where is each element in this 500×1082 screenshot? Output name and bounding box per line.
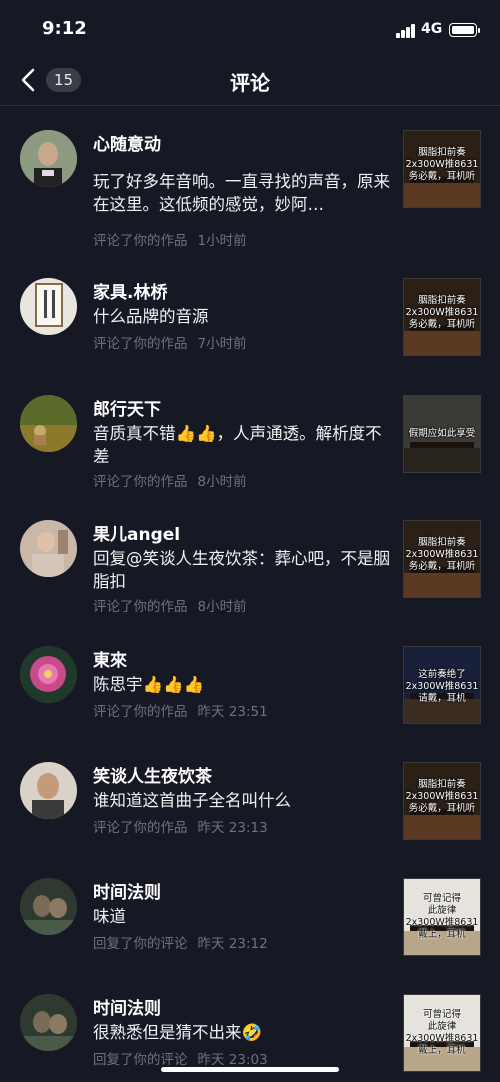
comment-meta: 评论了你的作品 8小时前: [93, 470, 247, 490]
video-thumbnail[interactable]: 胭脂扣前奏 2x300W推8631 务必戴，耳机听: [403, 520, 481, 598]
avatar[interactable]: [20, 646, 77, 703]
user-name[interactable]: 東來: [93, 646, 127, 671]
video-thumbnail[interactable]: 假期应如此享受: [403, 395, 481, 473]
comment-text: 味道: [93, 907, 126, 926]
avatar[interactable]: [20, 878, 77, 935]
page-title: 评论: [230, 71, 270, 95]
comment-item[interactable]: 家具.林桥 什么品牌的音源 评论了你的作品 7小时前 胭脂扣前奏 2x300W推8…: [0, 278, 500, 358]
video-thumbnail[interactable]: 胭脂扣前奏 2x300W推8631 务必戴，耳机听: [403, 130, 481, 208]
comment-text: 回复@笑谈人生夜饮茶：葬心吧，不是胭脂扣: [93, 549, 390, 591]
video-thumbnail[interactable]: 胭脂扣前奏 2x300W推8631 务必戴，耳机听: [403, 762, 481, 840]
signal-icon: [396, 24, 416, 38]
comment-text: 谁知道这首曲子全名叫什么: [93, 791, 291, 810]
action-text: 回复了你的评论: [93, 1052, 188, 1068]
nav-bar: 15 评论: [0, 56, 500, 106]
video-thumbnail[interactable]: 这前奏绝了 2x300W推8631 请戴，耳机: [403, 646, 481, 724]
user-name[interactable]: 时间法则: [93, 878, 161, 903]
status-bar: 9:12 4G: [0, 0, 500, 56]
comment-meta: 评论了你的作品 8小时前: [93, 595, 247, 615]
home-indicator[interactable]: [161, 1067, 339, 1072]
thumbnail-caption: 胭脂扣前奏 2x300W推8631 务必戴，耳机听: [405, 147, 479, 182]
thumbnail-caption: 可曾记得 此旋律 2x300W推8631 戴上，耳机: [405, 893, 479, 940]
comment-meta: 回复了你的评论 昨天 23:12: [93, 932, 268, 952]
comment-item[interactable]: 时间法则 很熟悉但是猜不出来🤣 回复了你的评论 昨天 23:03 可曾记得 此旋律…: [0, 994, 500, 1072]
action-text: 评论了你的作品: [93, 336, 188, 352]
user-name[interactable]: 笑谈人生夜饮茶: [93, 762, 212, 787]
action-text: 评论了你的作品: [93, 820, 188, 836]
user-name[interactable]: 果儿angel: [93, 520, 180, 545]
timestamp: 8小时前: [197, 599, 247, 615]
comment-meta: 评论了你的作品 昨天 23:51: [93, 700, 268, 720]
video-thumbnail[interactable]: 可曾记得 此旋律 2x300W推8631 戴上，耳机: [403, 878, 481, 956]
status-time: 9:12: [42, 18, 87, 39]
action-text: 评论了你的作品: [93, 474, 188, 490]
comment-item[interactable]: 笑谈人生夜饮茶 谁知道这首曲子全名叫什么 评论了你的作品 昨天 23:13 胭脂扣…: [0, 762, 500, 840]
video-thumbnail[interactable]: 可曾记得 此旋律 2x300W推8631 戴上，耳机: [403, 994, 481, 1072]
avatar[interactable]: [20, 278, 77, 335]
avatar[interactable]: [20, 395, 77, 452]
thumbnail-caption: 胭脂扣前奏 2x300W推8631 务必戴，耳机听: [405, 537, 479, 572]
action-text: 评论了你的作品: [93, 599, 188, 615]
thumbnail-caption: 胭脂扣前奏 2x300W推8631 务必戴，耳机听: [405, 779, 479, 814]
comment-text: 玩了好多年音响。一直寻找的声音，原来在这里。这低频的感觉，妙阿…: [93, 172, 390, 214]
action-text: 回复了你的评论: [93, 936, 188, 952]
comment-text: 什么品牌的音源: [93, 307, 209, 326]
comment-meta: 回复了你的评论 昨天 23:03: [93, 1048, 268, 1068]
avatar[interactable]: [20, 762, 77, 819]
avatar[interactable]: [20, 994, 77, 1051]
user-name[interactable]: 时间法则: [93, 994, 161, 1019]
timestamp: 昨天 23:51: [197, 704, 268, 720]
battery-icon: [449, 23, 480, 37]
thumbnail-caption: 胭脂扣前奏 2x300W推8631 务必戴，耳机听: [405, 295, 479, 330]
timestamp: 8小时前: [197, 474, 247, 490]
video-thumbnail[interactable]: 胭脂扣前奏 2x300W推8631 务必戴，耳机听: [403, 278, 481, 356]
user-name[interactable]: 心随意动: [93, 130, 161, 155]
avatar[interactable]: [20, 520, 77, 577]
comment-meta: 评论了你的作品 1小时前: [93, 229, 247, 249]
thumbnail-caption: 可曾记得 此旋律 2x300W推8631 戴上，耳机: [405, 1009, 479, 1056]
thumbnail-caption: 假期应如此享受: [408, 428, 476, 439]
user-name[interactable]: 家具.林桥: [93, 278, 167, 303]
timestamp: 7小时前: [197, 336, 247, 352]
comment-item[interactable]: 心随意动 玩了好多年音响。一直寻找的声音，原来在这里。这低频的感觉，妙阿… 评论…: [0, 130, 500, 249]
comment-item[interactable]: 東來 陈思宇👍👍👍 评论了你的作品 昨天 23:51 这前奏绝了 2x300W推8…: [0, 646, 500, 724]
action-text: 评论了你的作品: [93, 233, 188, 249]
timestamp: 1小时前: [197, 233, 247, 249]
comment-item[interactable]: 郎行天下 音质真不错👍👍，人声通透。解析度不差 评论了你的作品 8小时前 假期应如…: [0, 395, 500, 490]
comment-meta: 评论了你的作品 7小时前: [93, 332, 247, 352]
comment-item[interactable]: 时间法则 味道 回复了你的评论 昨天 23:12 可曾记得 此旋律 2x300W推…: [0, 878, 500, 956]
comment-meta: 评论了你的作品 昨天 23:13: [93, 816, 268, 836]
avatar[interactable]: [20, 130, 77, 187]
comment-item[interactable]: 果儿angel 回复@笑谈人生夜饮茶：葬心吧，不是胭脂扣 评论了你的作品 8小时前…: [0, 520, 500, 615]
thumbnail-caption: 这前奏绝了 2x300W推8631 请戴，耳机: [405, 669, 479, 704]
network-type: 4G: [421, 21, 443, 37]
timestamp: 昨天 23:12: [197, 936, 268, 952]
comment-text: 陈思宇👍👍👍: [93, 675, 205, 694]
comment-text: 音质真不错👍👍，人声通透。解析度不差: [93, 424, 382, 466]
user-name[interactable]: 郎行天下: [93, 395, 161, 420]
comment-text: 很熟悉但是猜不出来🤣: [93, 1023, 263, 1042]
action-text: 评论了你的作品: [93, 704, 188, 720]
timestamp: 昨天 23:13: [197, 820, 268, 836]
timestamp: 昨天 23:03: [197, 1052, 268, 1068]
